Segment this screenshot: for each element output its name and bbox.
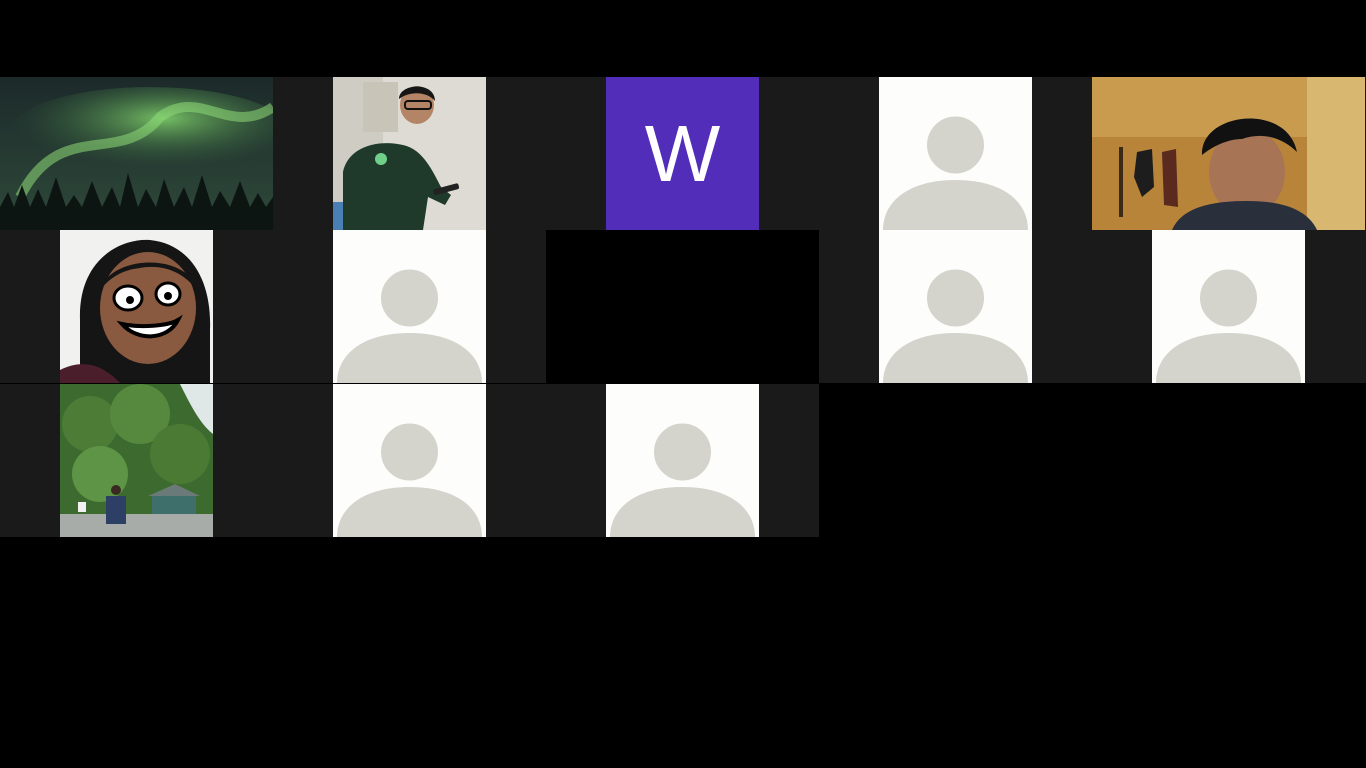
default-user-avatar-icon — [883, 111, 1028, 230]
participant-tile-video-off[interactable] — [546, 230, 819, 383]
participant-tile-avatar[interactable] — [879, 230, 1032, 383]
gallery-view: W — [0, 0, 1366, 768]
participant-tile-avatar[interactable] — [879, 77, 1032, 230]
participant-tile-person-phone[interactable] — [333, 77, 486, 230]
default-user-avatar-icon — [610, 418, 755, 537]
participant-tile-cartoon[interactable] — [60, 230, 213, 383]
participant-initial: W — [644, 108, 721, 198]
participant-tile-forest[interactable] — [60, 384, 213, 537]
participant-tile-initial[interactable]: W — [606, 77, 759, 230]
default-user-avatar-icon — [337, 418, 482, 537]
default-user-avatar-icon — [337, 264, 482, 383]
forest-hut-photo — [60, 384, 213, 537]
participant-tile-webcam[interactable] — [1092, 77, 1365, 230]
participant-tile-avatar[interactable] — [333, 384, 486, 537]
participant-tile-avatar[interactable] — [606, 384, 759, 537]
cartoon-face-photo — [60, 230, 213, 383]
participant-tile-avatar[interactable] — [1152, 230, 1305, 383]
participant-tile-aurora[interactable] — [0, 77, 273, 230]
person-webcam-photo — [1092, 77, 1365, 230]
aurora-photo — [0, 77, 273, 230]
participant-tile-avatar[interactable] — [333, 230, 486, 383]
default-user-avatar-icon — [883, 264, 1028, 383]
person-with-phone-photo — [333, 77, 486, 230]
default-user-avatar-icon — [1156, 264, 1301, 383]
